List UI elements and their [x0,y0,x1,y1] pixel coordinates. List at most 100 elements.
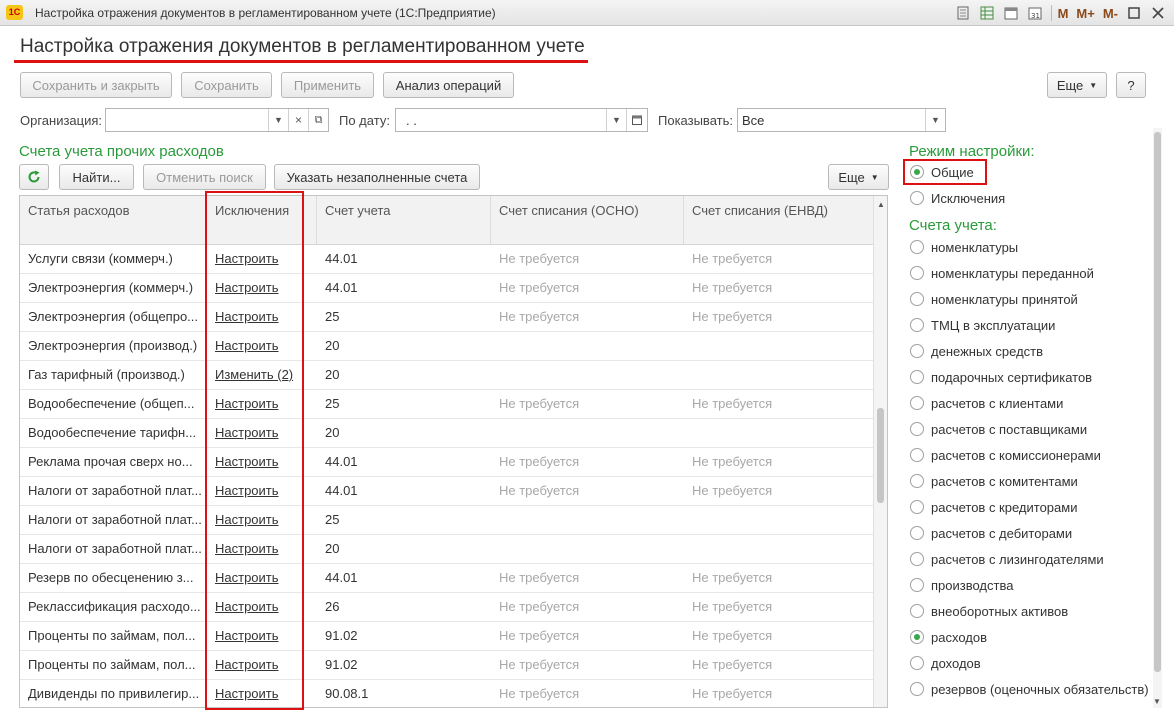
cell-expense-item: Резерв по обесценению з... [28,570,194,585]
radio-button[interactable] [910,630,924,644]
account-option-label: производства [931,577,1014,593]
table-row[interactable]: Проценты по займам, пол... Настроить 91.02… [20,622,874,651]
radio-button[interactable] [910,191,924,205]
radio-button[interactable] [910,240,924,254]
account-option[interactable]: подарочных сертификатов [910,366,1092,388]
operations-analysis-button[interactable]: Анализ операций [383,72,514,98]
radio-button[interactable] [910,474,924,488]
radio-button[interactable] [910,344,924,358]
radio-button[interactable] [910,500,924,514]
help-button[interactable]: ? [1116,72,1146,98]
account-option-label: номенклатуры принятой [931,291,1078,307]
column-header-expense-item[interactable]: Статья расходов [20,196,207,244]
table-row[interactable]: Электроэнергия (производ.) Настроить 20 [20,332,874,361]
table-row[interactable]: Электроэнергия (коммерч.) Настроить 44.01 Н… [20,274,874,303]
table-row[interactable]: Налоги от заработной плат... Настроить 44.… [20,477,874,506]
date-field[interactable]: . . ▼ [395,108,648,132]
account-option[interactable]: расчетов с клиентами [910,392,1063,414]
more-button[interactable]: Еще ▼ [1047,72,1107,98]
memory-plus-button[interactable]: M+ [1074,3,1096,23]
account-option[interactable]: номенклатуры принятой [910,288,1078,310]
radio-button[interactable] [910,578,924,592]
radio-button[interactable] [910,292,924,306]
radio-button[interactable] [910,266,924,280]
radio-button[interactable] [910,552,924,566]
column-header-account[interactable]: Счет учета [317,196,491,244]
radio-button[interactable] [910,370,924,384]
fill-empty-accounts-button[interactable]: Указать незаполненные счета [274,164,480,190]
dropdown-arrow-icon[interactable]: ▼ [606,109,626,131]
list-more-button[interactable]: Еще ▼ [828,164,889,190]
calendar-icon[interactable] [1001,3,1021,23]
account-option[interactable]: расчетов с комиссионерами [910,444,1101,466]
account-option[interactable]: ТМЦ в эксплуатации [910,314,1055,336]
account-option[interactable]: расчетов с комитентами [910,470,1078,492]
account-option[interactable]: производства [910,574,1013,596]
account-option[interactable]: денежных средств [910,340,1043,362]
table-row[interactable]: Дивиденды по привилегир... Настроить 90.08… [20,680,874,707]
mode-option[interactable]: Исключения [910,187,1005,209]
calendar-picker-icon[interactable] [626,109,646,131]
refresh-button[interactable] [19,164,49,190]
table-row[interactable]: Реклама прочая сверх но... Настроить 44.01… [20,448,874,477]
cell-writeoff-envd: Не требуется [692,570,773,585]
table-row[interactable]: Проценты по займам, пол... Настроить 91.02… [20,651,874,680]
radio-button[interactable] [910,422,924,436]
account-option[interactable]: внеоборотных активов [910,600,1068,622]
calendar-31-icon[interactable]: 31 [1025,3,1045,23]
scroll-down-icon[interactable]: ▼ [1153,697,1161,706]
table-row[interactable]: Резерв по обесценению з... Настроить 44.01… [20,564,874,593]
account-option[interactable]: расчетов с лизингодателями [910,548,1104,570]
memory-minus-button[interactable]: M- [1101,3,1120,23]
scrollbar-thumb[interactable] [877,408,884,503]
table-row[interactable]: Газ тарифный (производ.) Изменить (2) 20 [20,361,874,390]
close-icon[interactable] [1148,3,1168,23]
account-option[interactable]: доходов [910,652,981,674]
print-preview-icon[interactable] [953,3,973,23]
radio-button[interactable] [910,318,924,332]
table-row[interactable]: Услуги связи (коммерч.) Настроить 44.01 Не … [20,245,874,274]
table-icon[interactable] [977,3,997,23]
settings-scrollbar-thumb[interactable] [1154,132,1161,672]
radio-button[interactable] [910,604,924,618]
account-option[interactable]: резервов (оценочных обязательств) [910,678,1149,700]
open-icon[interactable]: ⧉ [308,109,328,131]
show-select[interactable]: Все ▼ [737,108,946,132]
column-header-writeoff-osno[interactable]: Счет списания (ОСНО) [491,196,684,244]
account-option[interactable]: расчетов с дебиторами [910,522,1072,544]
dropdown-arrow-icon[interactable]: ▼ [925,109,945,131]
account-option[interactable]: расчетов с поставщиками [910,418,1087,440]
radio-button[interactable] [910,448,924,462]
cancel-search-button[interactable]: Отменить поиск [143,164,266,190]
cell-expense-item: Дивиденды по привилегир... [28,686,200,701]
radio-button[interactable] [910,526,924,540]
cell-writeoff-envd: Не требуется [692,280,773,295]
maximize-icon[interactable] [1124,3,1144,23]
table-row[interactable]: Реклассификация расходо... Настроить 26 Не … [20,593,874,622]
table-row[interactable]: Налоги от заработной плат... Настроить 25 [20,506,874,535]
account-option[interactable]: расчетов с кредиторами [910,496,1077,518]
table-row[interactable]: Налоги от заработной плат... Настроить 20 [20,535,874,564]
clear-icon[interactable]: × [288,109,308,131]
organization-field[interactable]: ▼ × ⧉ [105,108,329,132]
find-button[interactable]: Найти... [59,164,134,190]
memory-m-button[interactable]: M [1056,3,1071,23]
column-header-writeoff-envd[interactable]: Счет списания (ЕНВД) [684,196,874,244]
account-option[interactable]: номенклатуры переданной [910,262,1094,284]
cell-writeoff-osno [491,361,684,389]
table-row[interactable]: Водообеспечение (общеп... Настроить 25 Не т… [20,390,874,419]
table-row[interactable]: Электроэнергия (общепро... Настроить 25 Не … [20,303,874,332]
table-scrollbar[interactable]: ▲ [873,196,887,707]
apply-button[interactable]: Применить [281,72,374,98]
radio-button[interactable] [910,656,924,670]
account-option[interactable]: номенклатуры [910,236,1018,258]
save-button[interactable]: Сохранить [181,72,272,98]
dropdown-arrow-icon[interactable]: ▼ [268,109,288,131]
radio-button[interactable] [910,682,924,696]
radio-button[interactable] [910,396,924,410]
table-row[interactable]: Водообеспечение тарифн... Настроить 20 [20,419,874,448]
settings-scrollbar[interactable]: ▼ [1153,128,1162,708]
scroll-up-icon[interactable]: ▲ [877,200,885,209]
save-and-close-button[interactable]: Сохранить и закрыть [20,72,172,98]
account-option[interactable]: расходов [910,626,987,648]
